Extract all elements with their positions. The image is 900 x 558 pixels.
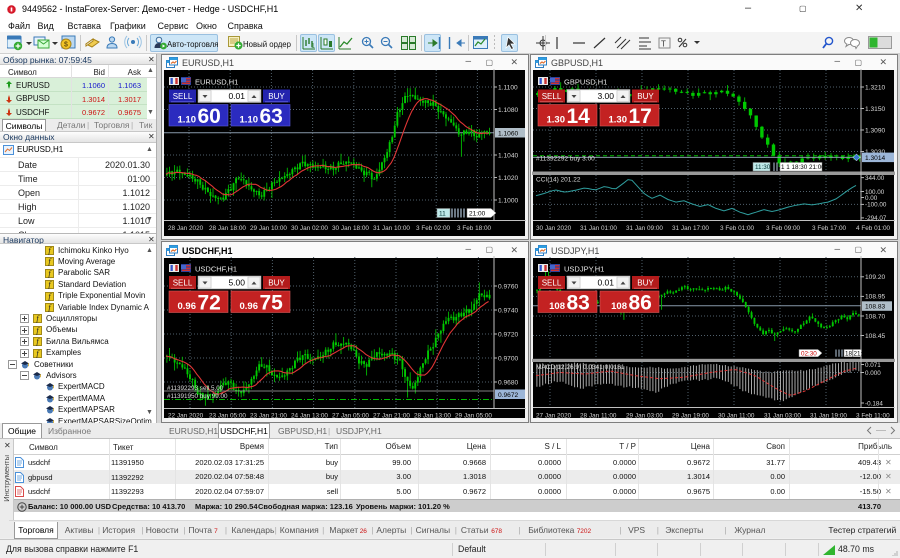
svg-text:T: T xyxy=(661,40,666,49)
svg-text:$: $ xyxy=(64,42,68,49)
svg-text:1: 1 xyxy=(311,43,315,50)
